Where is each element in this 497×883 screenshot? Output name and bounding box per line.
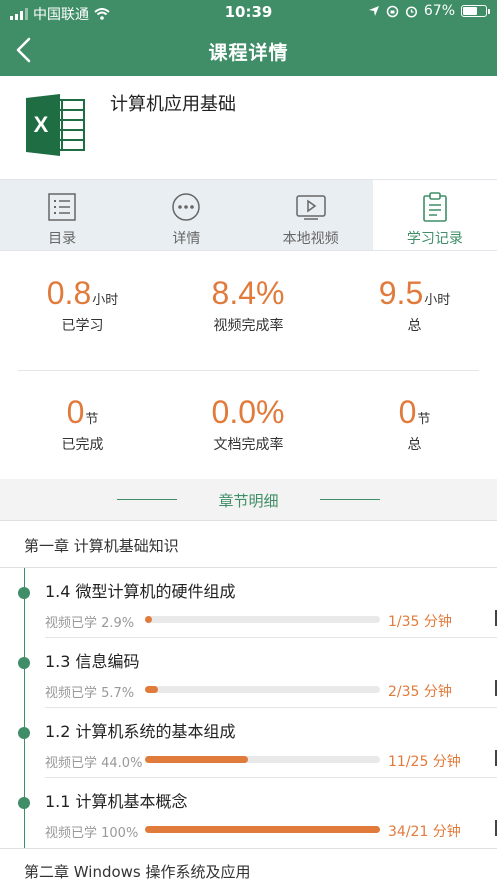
study-stats: 0.8小时 已学习 8.4% 视频完成率 9.5小时 总 0节 已完成 0.0%… [0,251,497,479]
lesson-item[interactable]: 1.4 微型计算机的硬件组成 视频已学 2.9% 1/35 分钟 [0,568,497,638]
lesson-progress-label: 视频已学 2.9% [45,616,135,631]
tab-study-record[interactable]: 学习记录 [372,180,497,250]
top-bar: 中国联通 10:39 67% 课程详情 [0,0,497,76]
svg-text:X: X [34,112,49,137]
chapter-title[interactable]: 第一章 计算机基础知识 [24,535,179,556]
stat-total-sections: 0节 总 [332,394,497,454]
stat-unit: 小时 [424,293,451,308]
stat-value: 0.8 [46,275,92,311]
lesson-title: 1.4 微型计算机的硬件组成 [45,582,236,601]
stat-value: 9.5 [378,275,424,311]
tab-label: 学习记录 [406,231,463,247]
stat-completed-sections: 0节 已完成 [0,394,165,454]
stat-label: 总 [407,318,422,334]
progress-track [145,616,380,623]
lesson-title: 1.2 计算机系统的基本组成 [45,722,236,741]
list-icon [48,193,76,221]
tab-details[interactable]: 详情 [124,180,248,250]
tab-label: 目录 [48,231,77,247]
location-icon [368,6,379,16]
excel-icon: X [26,94,85,156]
clipboard-icon [423,192,447,222]
progress-fill [145,686,158,693]
timeline-dot [18,797,30,809]
page-title: 课程详情 [208,42,289,64]
timeline-dot [18,727,30,739]
progress-fill [145,826,380,833]
lesson-progress-label: 视频已学 100% [45,826,139,841]
course-title: 计算机应用基础 [110,94,236,115]
lesson-progress-label: 视频已学 44.0% [45,756,143,771]
lesson-time: 1/35 分钟 [388,614,452,630]
stat-label: 总 [407,437,422,453]
progress-track [145,756,380,763]
lesson-title: 1.3 信息编码 [45,652,140,671]
lesson-progress-label: 视频已学 5.7% [45,686,135,701]
tab-label: 本地视频 [282,231,339,247]
tab-catalog[interactable]: 目录 [0,180,124,250]
chapter-divider [0,848,497,849]
tab-label: 详情 [172,231,201,247]
stat-value: 0 [66,394,85,430]
stat-video-completion: 8.4% 视频完成率 [166,275,331,335]
stat-label: 已学习 [61,318,104,334]
stat-document-completion: 0.0% 文档完成率 [166,394,331,454]
lesson-time: 2/35 分钟 [388,684,452,700]
lesson-title: 1.1 计算机基本概念 [45,792,188,811]
more-icon [172,193,201,221]
tab-local-video[interactable]: 本地视频 [249,180,373,250]
progress-fill [145,756,248,763]
lesson-time: 11/25 分钟 [388,754,461,770]
course-header: X 计算机应用基础 [0,76,497,179]
stats-divider [18,370,479,371]
lesson-item[interactable]: 1.1 计算机基本概念 视频已学 100% 34/21 分钟 [0,778,497,848]
stat-value: 8.4% [211,275,285,311]
chapter-detail-header: 章节明细 [0,479,497,521]
stat-value: 0.0% [211,394,285,430]
stat-studied-hours: 0.8小时 已学习 [0,275,165,335]
stat-unit: 小时 [92,293,119,308]
battery-percent: 67% [423,3,455,19]
progress-track [145,686,380,693]
section-title: 章节明细 [218,492,279,510]
lesson-item[interactable]: 1.2 计算机系统的基本组成 视频已学 44.0% 11/25 分钟 [0,708,497,778]
status-bar: 中国联通 10:39 67% [0,0,497,26]
timeline-dot [18,587,30,599]
timeline-dot [18,657,30,669]
lock-rotation-icon [386,5,399,17]
progress-track [145,826,380,833]
tab-bar: 目录 详情 本地视频 学习记录 [0,179,497,251]
battery-icon [461,5,490,17]
lesson-time: 34/21 分钟 [388,824,461,840]
stat-total-hours: 9.5小时 总 [332,275,497,335]
stat-label: 已完成 [61,437,104,453]
stat-label: 视频完成率 [213,318,284,334]
stat-label: 文档完成率 [213,437,284,453]
video-icon [295,195,326,220]
alarm-icon [405,5,417,18]
stat-value: 0 [398,394,417,430]
header-rule-right [320,499,380,500]
stat-unit: 节 [417,412,431,427]
lesson-item[interactable]: 1.3 信息编码 视频已学 5.7% 2/35 分钟 [0,638,497,708]
progress-fill [145,616,152,623]
chapter-title[interactable]: 第二章 Windows 操作系统及应用 [24,861,251,882]
stat-unit: 节 [85,412,99,427]
